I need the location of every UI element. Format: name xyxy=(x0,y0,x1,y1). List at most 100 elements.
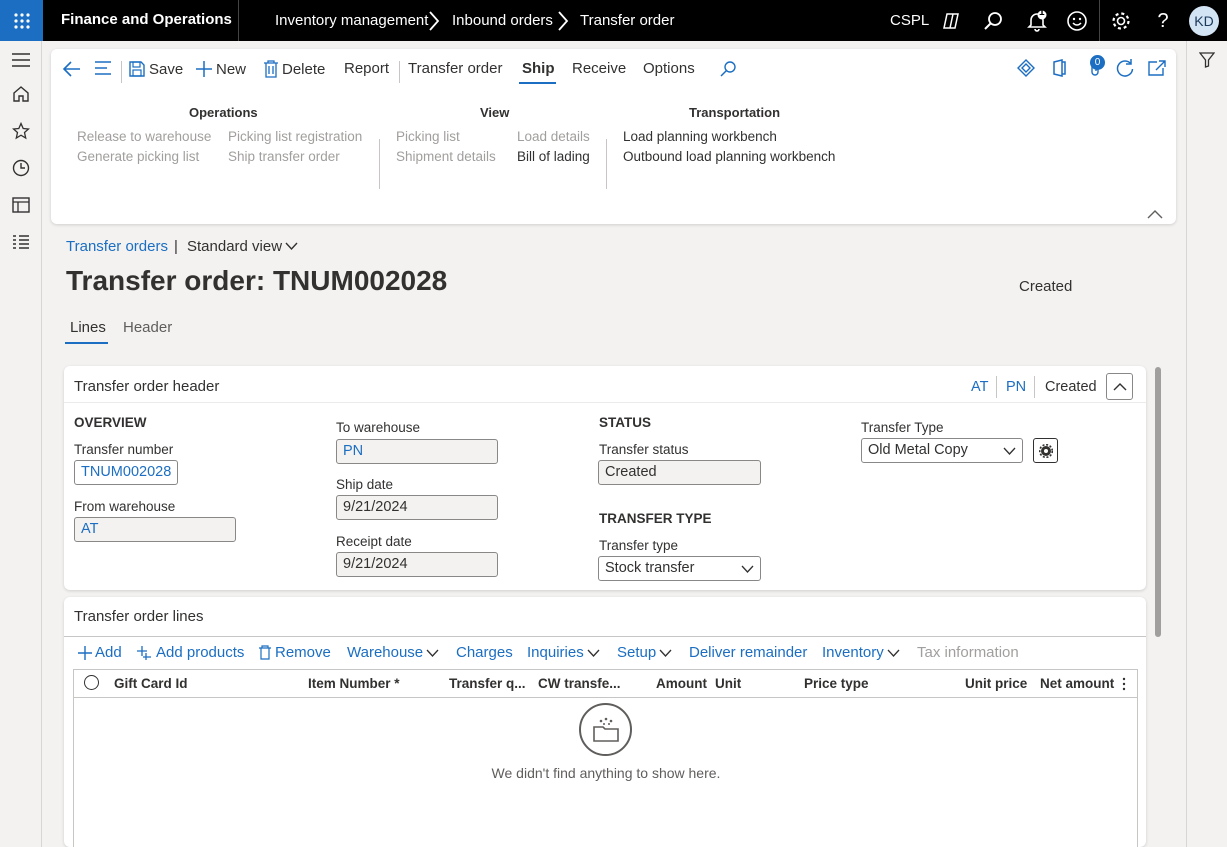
breadcrumb-inventory-management[interactable]: Inventory management xyxy=(275,12,428,29)
power-apps-icon[interactable] xyxy=(1015,58,1037,78)
status-badge: Created xyxy=(1019,278,1073,295)
transfer-type-select[interactable]: Stock transfer xyxy=(598,556,761,581)
breadcrumb-transfer-order[interactable]: Transfer order xyxy=(580,12,674,29)
inquiries-menu-button[interactable]: Inquiries xyxy=(527,644,600,661)
header-card-title[interactable]: Transfer order header xyxy=(74,378,219,395)
delete-button[interactable]: Delete xyxy=(263,60,325,78)
ship-date-field[interactable]: 9/21/2024 xyxy=(336,495,498,520)
collapse-ribbon-chevron-up-icon[interactable] xyxy=(1147,206,1163,222)
warehouse-menu-button[interactable]: Warehouse xyxy=(347,644,439,661)
inventory-menu-button[interactable]: Inventory xyxy=(822,644,900,661)
attachments-count-badge: 0 xyxy=(1090,55,1105,70)
workspaces-icon[interactable] xyxy=(10,194,32,216)
office-icon[interactable] xyxy=(1048,58,1070,78)
search-icon[interactable] xyxy=(981,9,1005,33)
chevron-up-icon xyxy=(1113,383,1126,391)
save-icon xyxy=(129,61,145,77)
tax-information-label: Tax information xyxy=(917,644,1019,661)
lookup-settings-button[interactable] xyxy=(1033,438,1058,463)
section-overview: OVERVIEW xyxy=(74,415,147,430)
ship-transfer-order[interactable]: Ship transfer order xyxy=(228,149,340,164)
load-details[interactable]: Load details xyxy=(517,129,590,144)
tab-options[interactable]: Options xyxy=(643,60,695,77)
lines-card-title[interactable]: Transfer order lines xyxy=(74,608,204,625)
picking-list-registration[interactable]: Picking list registration xyxy=(228,129,362,144)
open-new-window-icon[interactable] xyxy=(1146,58,1168,78)
transfer-type-custom-select[interactable]: Old Metal Copy xyxy=(861,438,1023,463)
breadcrumb-transfer-orders[interactable]: Transfer orders xyxy=(66,238,168,255)
charges-button[interactable]: Charges xyxy=(456,644,513,661)
column-cw-transfer[interactable]: CW transfe... xyxy=(538,676,621,691)
feedback-smiley-icon[interactable] xyxy=(1065,9,1089,33)
action-pane: Save New Delete Report Transfer order Sh… xyxy=(51,49,1176,224)
home-icon[interactable] xyxy=(10,83,32,105)
filter-icon[interactable] xyxy=(1198,52,1216,71)
outbound-load-planning-workbench[interactable]: Outbound load planning workbench xyxy=(623,149,835,164)
chevron-down-icon[interactable] xyxy=(285,242,298,251)
divider xyxy=(399,61,400,83)
recent-clock-icon[interactable] xyxy=(10,157,32,179)
column-amount[interactable]: Amount xyxy=(656,676,707,691)
column-item-number[interactable]: Item Number * xyxy=(308,676,400,691)
favorites-star-icon[interactable] xyxy=(10,120,32,142)
tab-header[interactable]: Header xyxy=(123,319,172,336)
chevron-down-icon xyxy=(1003,447,1016,455)
tab-receive[interactable]: Receive xyxy=(572,60,626,77)
group-view-title: View xyxy=(480,105,510,120)
company-picker[interactable]: CSPL xyxy=(890,12,929,29)
summary-to-warehouse[interactable]: PN xyxy=(1006,379,1026,395)
column-unit[interactable]: Unit xyxy=(715,676,741,691)
tab-transfer-order[interactable]: Transfer order xyxy=(408,60,502,77)
transfer-number-field[interactable]: TNUM002028 xyxy=(74,460,178,485)
avatar[interactable]: KD xyxy=(1189,6,1219,36)
column-unit-price[interactable]: Unit price xyxy=(965,676,1027,691)
app-name[interactable]: Finance and Operations xyxy=(61,11,232,28)
copilot-icon[interactable] xyxy=(939,9,963,33)
search-actions-icon[interactable] xyxy=(719,60,737,78)
remove-line-button[interactable]: Remove xyxy=(258,644,331,661)
shipment-details[interactable]: Shipment details xyxy=(396,149,496,164)
select-all-radio[interactable] xyxy=(84,675,99,690)
settings-gear-icon[interactable] xyxy=(1109,9,1133,33)
picking-list[interactable]: Picking list xyxy=(396,129,460,144)
tab-lines[interactable]: Lines xyxy=(70,319,106,336)
refresh-icon[interactable] xyxy=(1114,58,1136,78)
setup-menu-button[interactable]: Setup xyxy=(617,644,672,661)
column-price-type[interactable]: Price type xyxy=(804,676,869,691)
view-selector[interactable]: Standard view xyxy=(187,238,282,255)
bill-of-lading[interactable]: Bill of lading xyxy=(517,149,590,164)
breadcrumb-inbound-orders[interactable]: Inbound orders xyxy=(452,12,553,29)
column-options-more-icon[interactable] xyxy=(1121,677,1127,694)
generate-picking-list[interactable]: Generate picking list xyxy=(77,149,199,164)
divider xyxy=(238,0,239,41)
modules-list-icon[interactable] xyxy=(10,231,32,253)
tax-information-button[interactable]: Tax information xyxy=(917,644,1019,661)
report-button[interactable]: Report xyxy=(344,60,389,77)
tab-ship[interactable]: Ship xyxy=(522,60,555,77)
load-planning-workbench[interactable]: Load planning workbench xyxy=(623,129,777,144)
receipt-date-field[interactable]: 9/21/2024 xyxy=(336,552,498,577)
add-line-button[interactable]: Add xyxy=(78,644,122,661)
transfer-status-field[interactable]: Created xyxy=(598,460,761,485)
collapse-menu-icon[interactable] xyxy=(94,60,112,76)
to-warehouse-field[interactable]: PN xyxy=(336,439,498,464)
release-to-warehouse[interactable]: Release to warehouse xyxy=(77,129,211,144)
from-warehouse-field[interactable]: AT xyxy=(74,517,236,542)
column-net-amount[interactable]: Net amount xyxy=(1040,676,1114,691)
notifications-icon[interactable]: 1 xyxy=(1025,7,1049,33)
help-icon[interactable]: ? xyxy=(1151,9,1175,33)
back-arrow-icon[interactable] xyxy=(62,60,82,78)
summary-status: Created xyxy=(1045,379,1097,395)
app-launcher-icon[interactable] xyxy=(0,0,43,41)
save-button[interactable]: Save xyxy=(128,60,183,78)
collapse-header-button[interactable] xyxy=(1106,373,1133,400)
add-products-button[interactable]: Add products xyxy=(137,644,244,661)
inquiries-label: Inquiries xyxy=(527,644,584,661)
deliver-remainder-button[interactable]: Deliver remainder xyxy=(689,644,807,661)
new-button[interactable]: New xyxy=(195,60,246,78)
column-transfer-quantity[interactable]: Transfer q... xyxy=(449,676,526,691)
column-gift-card-id[interactable]: Gift Card Id xyxy=(114,676,188,691)
hamburger-menu-icon[interactable] xyxy=(10,49,32,71)
page-scrollbar[interactable] xyxy=(1155,367,1161,637)
summary-from-warehouse[interactable]: AT xyxy=(971,379,988,395)
